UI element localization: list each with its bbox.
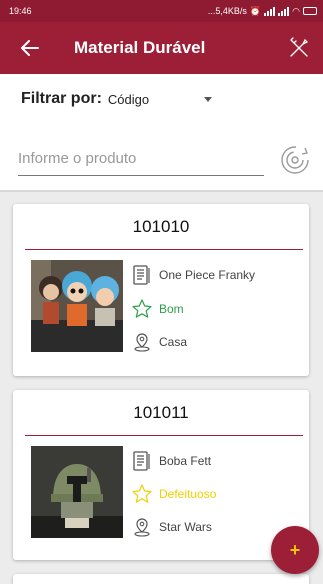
map-pin-icon: [131, 331, 153, 353]
material-code: 101010: [132, 217, 190, 236]
map-pin-icon: [131, 516, 153, 538]
material-location-row: Casa: [131, 331, 187, 353]
chevron-down-icon: [203, 96, 212, 102]
plus-icon: +: [289, 539, 301, 560]
product-search-input[interactable]: [18, 142, 264, 176]
material-condition-row: Defeituoso: [131, 483, 216, 505]
filter-panel: Filtrar por: Código: [0, 74, 323, 192]
material-photo: [31, 260, 123, 352]
material-photo: [31, 446, 123, 538]
material-location: Star Wars: [159, 520, 212, 534]
material-name: Boba Fett: [159, 454, 212, 468]
status-bar: 19:46 ...5,4KB/s ⏰ ◠: [0, 0, 323, 22]
material-card[interactable]: 101010 One Piece Franky Bom Casa: [13, 204, 309, 376]
document-icon: [131, 264, 153, 286]
filter-divider: [0, 190, 323, 192]
material-condition: Defeituoso: [159, 487, 217, 501]
filter-selected-value: Código: [107, 91, 150, 107]
signal-icon: [264, 6, 276, 16]
card-divider: [25, 435, 303, 436]
add-material-button[interactable]: +: [271, 526, 319, 574]
material-card[interactable]: [13, 574, 309, 584]
network-speed: ...5,4KB/s: [207, 6, 247, 16]
tools-button[interactable]: [279, 22, 319, 74]
page-title: Material Durável: [74, 38, 206, 57]
signal-icon-2: [278, 6, 290, 16]
battery-icon: [303, 7, 317, 15]
filter-row: Filtrar por: Código: [21, 90, 212, 108]
material-code: 101011: [133, 403, 189, 422]
material-location: Casa: [159, 335, 188, 349]
refresh-button[interactable]: [277, 142, 313, 178]
star-icon: [131, 298, 153, 320]
material-name: One Piece Franky: [159, 268, 256, 282]
status-indicators: ...5,4KB/s ⏰ ◠: [208, 6, 317, 17]
arrow-left-icon: [21, 40, 39, 56]
material-location-row: Star Wars: [131, 516, 212, 538]
material-card[interactable]: 101011 Boba Fett Defeituoso Star Wars: [13, 390, 309, 560]
app-bar: Material Durável: [0, 22, 323, 74]
filter-dropdown[interactable]: Código: [108, 92, 212, 107]
status-time: 19:46: [9, 6, 32, 16]
filter-label: Filtrar por:: [21, 90, 102, 107]
material-condition: Bom: [159, 302, 184, 316]
material-condition-row: Bom: [131, 298, 184, 320]
alarm-icon: ⏰: [249, 5, 262, 16]
material-description-row: One Piece Franky: [131, 264, 255, 286]
back-button[interactable]: [10, 22, 50, 74]
wifi-icon: ◠: [292, 5, 300, 16]
material-description-row: Boba Fett: [131, 450, 211, 472]
document-icon: [131, 450, 153, 472]
card-divider: [25, 249, 303, 250]
star-icon: [131, 483, 153, 505]
tools-icon: [290, 37, 309, 57]
refresh-icon: [281, 146, 309, 174]
